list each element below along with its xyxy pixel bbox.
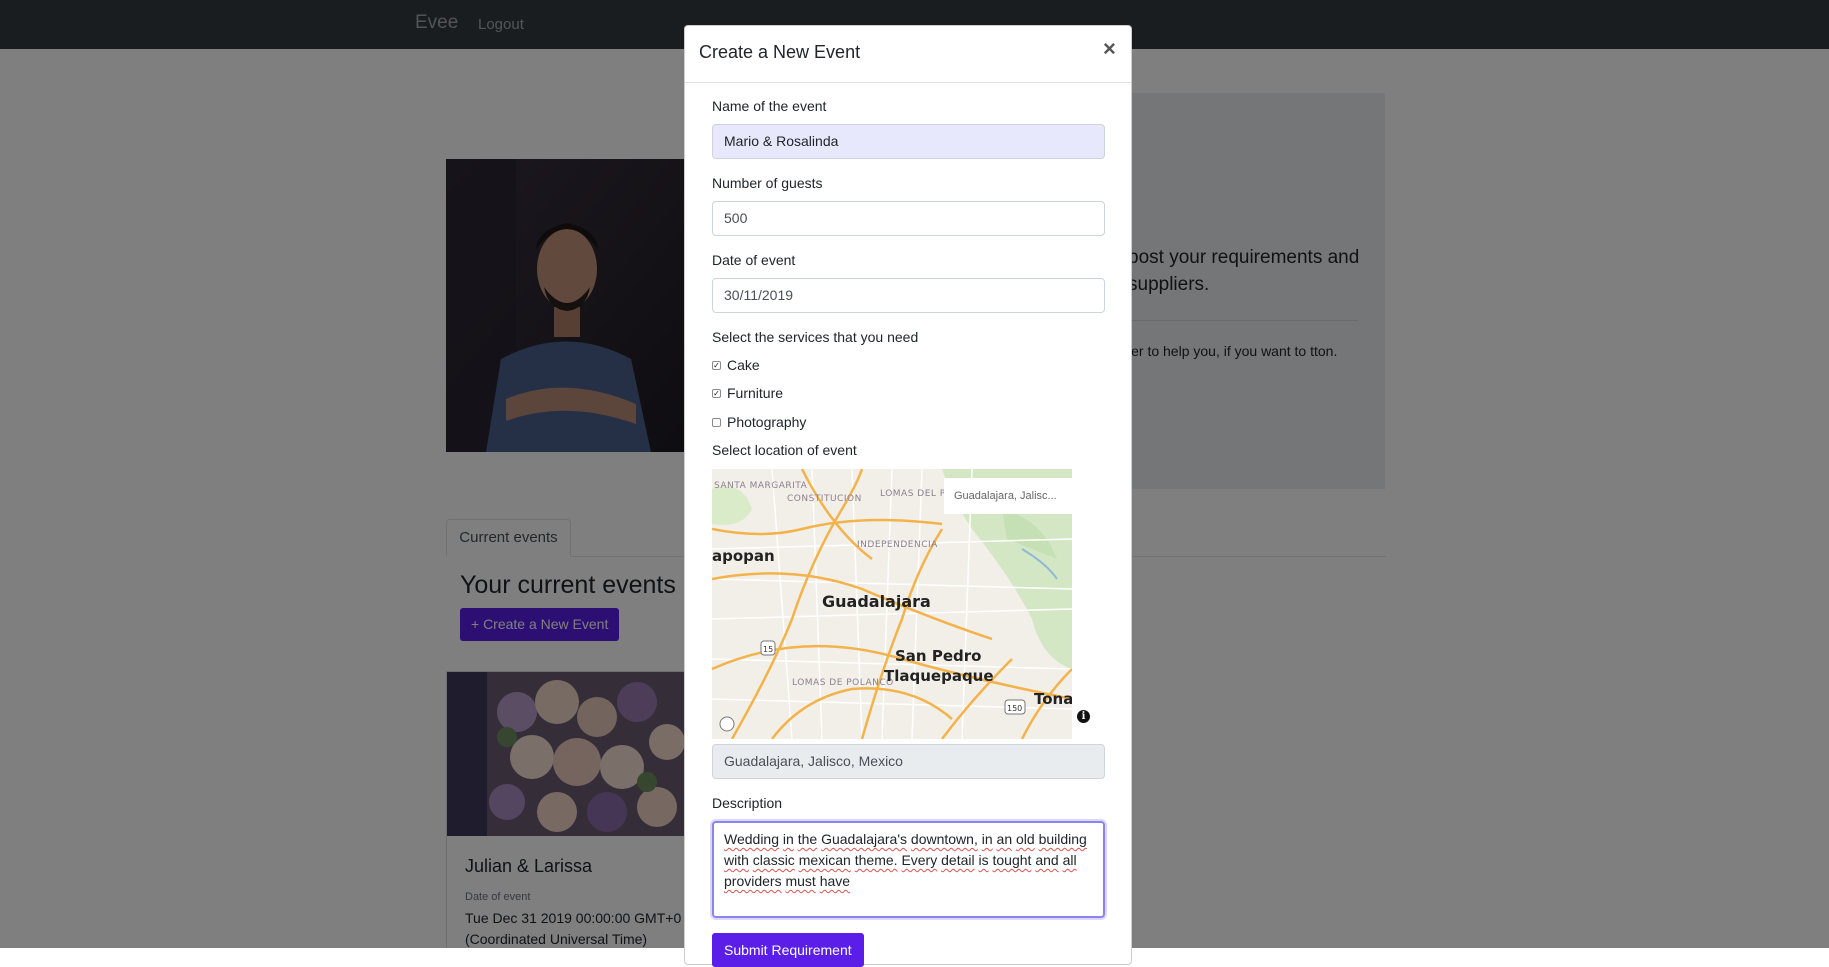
description-word: all (1062, 852, 1077, 868)
description-word: detail (941, 852, 975, 868)
description-word: downtown, (910, 831, 978, 847)
description-textarea[interactable]: Wedding in the Guadalajara's downtown, i… (712, 821, 1105, 918)
close-icon[interactable]: × (1103, 37, 1116, 61)
guests-input[interactable]: 500 (712, 201, 1105, 236)
checkbox-checked-icon[interactable]: ✓ (712, 388, 721, 398)
map-search-input[interactable]: Guadalajara, Jalisc... (944, 478, 1072, 514)
description-label: Description (712, 795, 783, 811)
description-word: classic (752, 852, 795, 868)
description-word: old (1016, 831, 1035, 847)
create-event-modal: Create a New Event × Name of the event M… (684, 25, 1132, 967)
map-compass-icon[interactable] (719, 716, 735, 732)
description-word: have (819, 873, 851, 889)
name-label: Name of the event (712, 98, 827, 114)
map-label-santa: SANTA MARGARITA (714, 481, 808, 491)
svg-text:15: 15 (763, 645, 773, 654)
modal-header: Create a New Event × (685, 26, 1131, 83)
service-furniture[interactable]: ✓ Furniture (712, 385, 783, 401)
description-word: Guadalajara's (821, 831, 908, 847)
highway-shield-icon: 15 (760, 640, 776, 656)
description-word: the (797, 831, 818, 847)
map-label-lomas-polanco: LOMAS DE POLANCO (792, 678, 894, 688)
description-word: with (724, 852, 749, 868)
service-furniture-label: Furniture (727, 385, 784, 401)
map-label-independencia: INDEPENDENCIA (857, 540, 938, 550)
description-word: Every (901, 852, 938, 868)
service-cake-label: Cake (727, 357, 760, 373)
checkbox-checked-icon[interactable]: ✓ (712, 360, 721, 370)
highway-shield-icon: 150 (1004, 699, 1026, 715)
services-label: Select the services that you need (712, 329, 919, 345)
description-word: mexican (798, 852, 851, 868)
event-name-input[interactable]: Mario & Rosalinda (712, 124, 1105, 159)
service-cake[interactable]: ✓ Cake (712, 357, 760, 373)
location-input[interactable]: Guadalajara, Jalisco, Mexico (712, 744, 1105, 779)
description-word: Wedding (724, 831, 780, 847)
description-word: theme. (854, 852, 898, 868)
description-word: and (1035, 852, 1059, 868)
info-icon[interactable]: i (1077, 710, 1090, 723)
guests-label: Number of guests (712, 175, 823, 191)
description-word: in (981, 831, 993, 847)
map-label-guadalajara: Guadalajara (822, 592, 931, 611)
map-label-zapopan: apopan (712, 547, 775, 565)
service-photography[interactable]: Photography (712, 414, 806, 430)
date-input[interactable]: 30/11/2019 (712, 278, 1105, 313)
map-label-tlaquepaque: Tlaquepaque (884, 667, 994, 685)
checkbox-unchecked-icon[interactable] (712, 417, 721, 427)
description-word: is (978, 852, 989, 868)
map-label-san-pedro: San Pedro (895, 647, 981, 665)
description-word: building (1038, 831, 1087, 847)
submit-requirement-button[interactable]: Submit Requirement (712, 933, 864, 967)
description-word: providers (724, 873, 782, 889)
description-word: must (785, 873, 816, 889)
location-label: Select location of event (712, 442, 857, 458)
location-map[interactable]: SANTA MARGARITA CONSTITUCION LOMAS DEL P… (712, 469, 1072, 739)
modal-title: Create a New Event (699, 42, 861, 62)
svg-text:150: 150 (1007, 704, 1022, 713)
date-label: Date of event (712, 252, 796, 268)
service-photography-label: Photography (727, 414, 807, 430)
map-label-tona: Tona (1034, 690, 1072, 708)
description-word: in (782, 831, 794, 847)
map-label-constitucion: CONSTITUCION (787, 494, 862, 504)
description-word: tought (992, 852, 1032, 868)
description-word: an (996, 831, 1013, 847)
